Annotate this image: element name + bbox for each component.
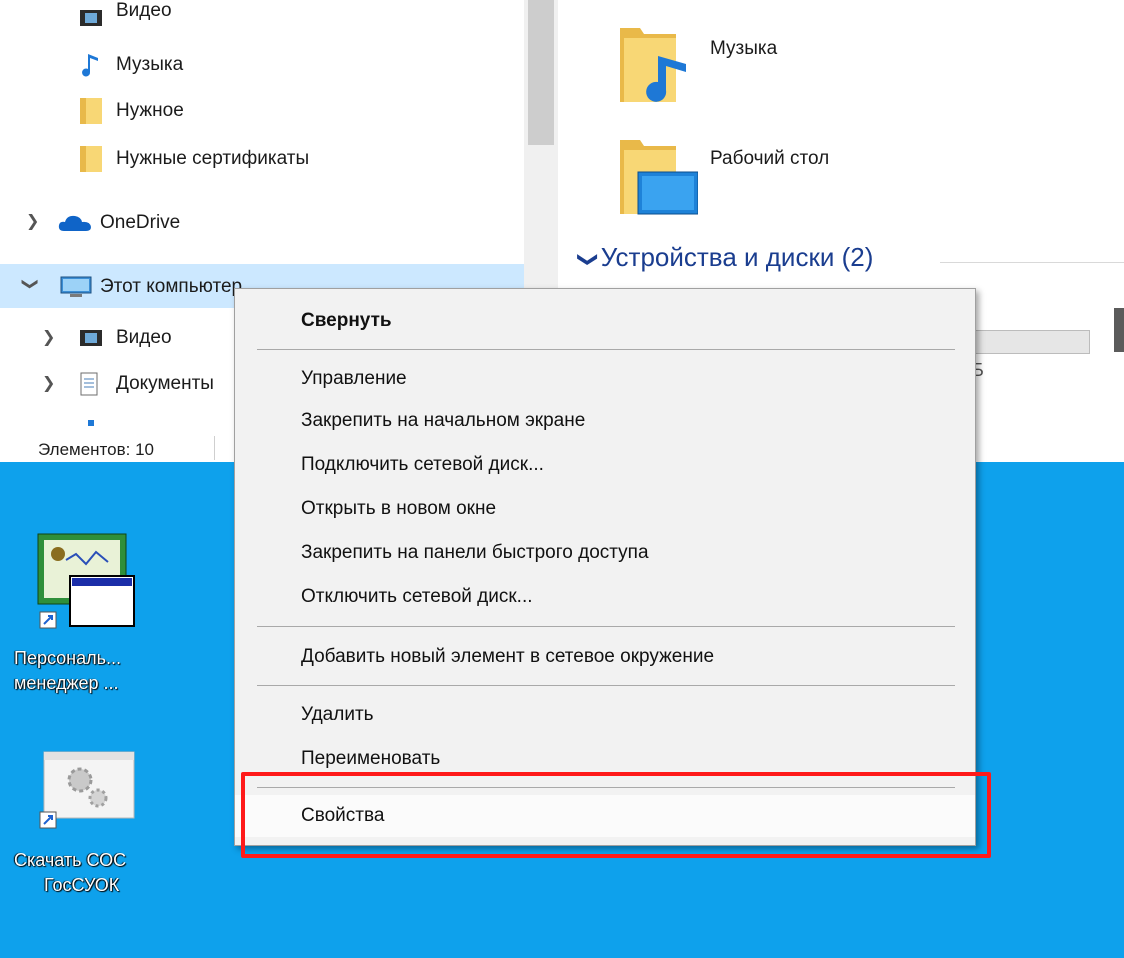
menu-item-disconnect-network-drive[interactable]: Отключить сетевой диск... [235,577,975,617]
nav-item-video-quick[interactable]: Видео [0,0,524,36]
settings-window-shortcut-icon [36,750,136,841]
menu-item-collapse[interactable]: Свернуть [235,301,975,341]
desktop-icon-label-line1: Персональ... [14,648,122,668]
nav-item-label: Нужное [116,100,184,121]
menu-item-pin-quick-access[interactable]: Закрепить на панели быстрого доступа [235,533,975,573]
menu-item-label: Удалить [301,704,374,725]
scrollbar-thumb[interactable] [528,0,554,145]
menu-item-map-network-drive[interactable]: Подключить сетевой диск... [235,445,975,485]
folder-icon [80,98,102,129]
group-header-devices[interactable]: ❯Устройства и диски (2) [577,242,874,273]
nav-item-label: Нужные сертификаты [116,148,310,169]
desktop-icon-label-line2: ГосСУОК [44,875,120,895]
menu-item-delete[interactable]: Удалить [235,695,975,735]
menu-item-label: Управление [301,368,407,389]
drive-usage-bar [958,330,1090,354]
menu-item-label: Закрепить на начальном экране [301,410,586,431]
menu-item-open-new-window[interactable]: Открыть в новом окне [235,489,975,529]
highlight-frame [241,772,991,858]
menu-item-label: Свернуть [301,310,392,331]
nav-item-needed-certificates[interactable]: Нужные сертификаты [0,136,524,180]
chevron-right-icon[interactable]: ❯ [42,327,55,347]
menu-separator [257,626,955,627]
music-folder-icon [618,22,686,102]
group-title-text: Устройства и диски (2) [600,242,874,272]
chevron-down-icon: ❯ [576,251,599,268]
folder-icon [80,146,102,177]
nav-item-label: Документы [116,373,214,394]
group-divider [940,262,1124,263]
computer-icon [60,276,92,303]
folder-name: Музыка [710,38,778,59]
menu-item-label: Подключить сетевой диск... [301,454,544,475]
chevron-down-icon[interactable]: ❯ [21,277,41,290]
desktop-icon-label-line2: менеджер ... [14,673,119,693]
menu-item-pin-to-start[interactable]: Закрепить на начальном экране [235,401,975,441]
nav-item-music[interactable]: Музыка [0,42,524,86]
menu-item-label: Переименовать [301,748,441,769]
menu-item-add-network-location[interactable]: Добавить новый элемент в сетевое окружен… [235,637,975,677]
video-icon [80,328,102,353]
context-menu: Свернуть Управление Закрепить на начальн… [234,288,976,846]
status-bar: Элементов: 10 [0,432,232,462]
items-count: Элементов: 10 [38,440,154,459]
document-icon [80,372,98,401]
chevron-right-icon[interactable]: ❯ [42,373,55,393]
personal-manager-shortcut-icon [36,532,136,637]
nav-item-label: Видео [116,0,172,21]
nav-item-label: Видео [116,327,172,348]
menu-item-manage[interactable]: Управление [235,359,975,399]
nav-item-needed[interactable]: Нужное [0,88,524,132]
menu-separator [257,685,955,686]
video-icon [80,8,102,33]
menu-item-label: Открыть в новом окне [301,498,497,519]
folder-name: Рабочий стол [710,148,830,169]
menu-separator [257,349,955,350]
nav-item-onedrive[interactable]: ❯ OneDrive [0,200,524,244]
menu-item-label: Отключить сетевой диск... [301,586,533,607]
chevron-right-icon[interactable]: ❯ [26,211,39,231]
nav-item-label: Этот компьютер [100,276,243,297]
desktop-folder-icon [618,134,699,215]
menu-item-label: Добавить новый элемент в сетевое окружен… [301,646,715,667]
nav-item-label: OneDrive [100,212,181,233]
onedrive-cloud-icon [58,214,92,237]
status-separator [214,436,215,460]
music-note-icon [80,52,102,83]
menu-item-label: Закрепить на панели быстрого доступа [301,542,649,563]
drive-icon [1110,308,1124,357]
partial-item-icon [80,418,102,432]
nav-item-label: Музыка [116,54,184,75]
desktop-icon-label-line1: Скачать СОС [14,850,127,870]
